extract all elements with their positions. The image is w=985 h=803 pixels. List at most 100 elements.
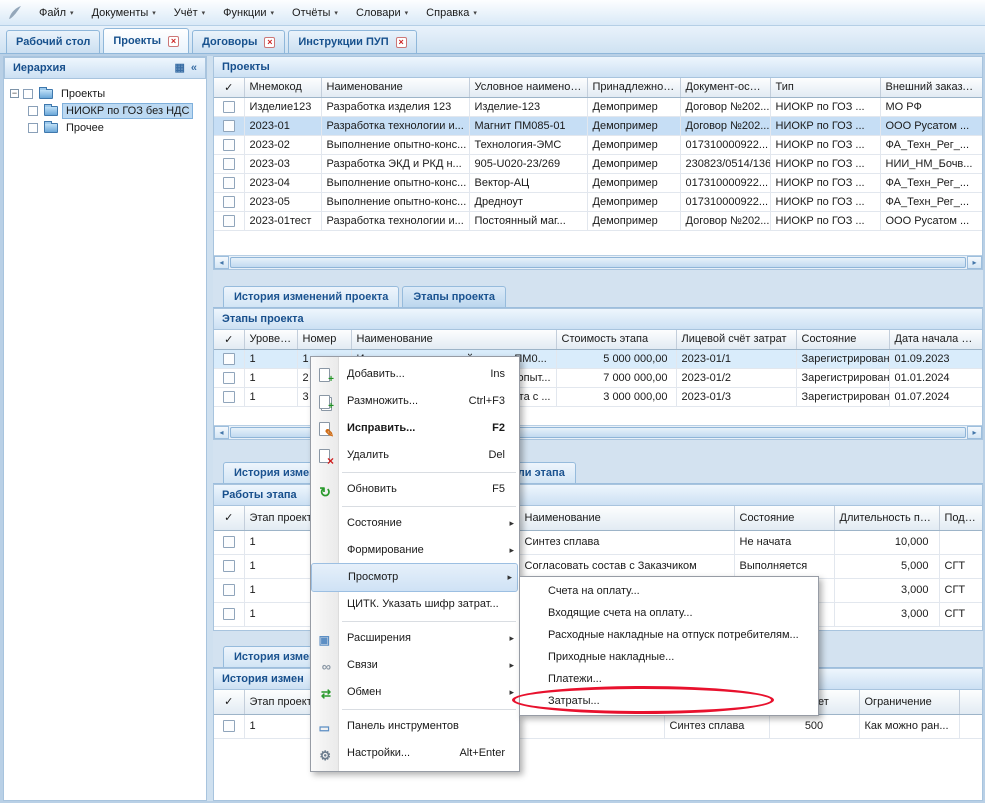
table-row[interactable]: 2023-01Разработка технологии и...Магнит … bbox=[214, 116, 982, 135]
row-checkbox[interactable] bbox=[223, 158, 235, 170]
row-select-cell[interactable] bbox=[214, 554, 244, 578]
row-select-cell[interactable] bbox=[214, 192, 244, 211]
menu-item[interactable]: Исправить...F2 bbox=[311, 415, 519, 442]
row-select-cell[interactable] bbox=[214, 602, 244, 626]
row-select-cell[interactable] bbox=[214, 135, 244, 154]
grid-view-icon[interactable]: ▦ bbox=[174, 58, 184, 79]
row-select-cell[interactable] bbox=[214, 387, 244, 406]
menu-item[interactable]: Настройки...Alt+Enter bbox=[311, 740, 519, 767]
table-row[interactable]: 2023-01тестРазработка технологии и...Пос… bbox=[214, 211, 982, 230]
menu-item[interactable]: Добавить...Ins bbox=[311, 361, 519, 388]
select-all-header[interactable]: ✓ bbox=[214, 78, 244, 97]
column-header[interactable]: Номер bbox=[297, 330, 351, 349]
row-select-cell[interactable] bbox=[214, 368, 244, 387]
select-all-header[interactable]: ✓ bbox=[214, 506, 244, 530]
menu-item[interactable]: Платежи... bbox=[520, 668, 818, 690]
row-select-cell[interactable] bbox=[214, 530, 244, 554]
table-row[interactable]: 2023-02Выполнение опытно-конс...Технолог… bbox=[214, 135, 982, 154]
column-header[interactable]: Стоимость этапа bbox=[556, 330, 676, 349]
column-header[interactable]: Принадлежность bbox=[587, 78, 680, 97]
menu-item[interactable]: Просмотр▸ bbox=[312, 564, 517, 591]
expand-icon[interactable]: − bbox=[10, 89, 19, 98]
tree-checkbox[interactable] bbox=[23, 89, 33, 99]
menu-item[interactable]: ОбновитьF5 bbox=[311, 476, 519, 503]
row-checkbox[interactable] bbox=[223, 196, 235, 208]
column-header[interactable]: Условное наименование bbox=[469, 78, 587, 97]
row-checkbox[interactable] bbox=[223, 372, 235, 384]
menu-item[interactable]: Затраты... bbox=[520, 690, 818, 712]
column-header[interactable]: Лицевой счёт затрат bbox=[676, 330, 796, 349]
column-header[interactable]: Ограничение bbox=[859, 690, 959, 714]
close-icon[interactable]: × bbox=[396, 37, 407, 48]
workspace-tab[interactable]: Проекты× bbox=[103, 28, 189, 53]
menubar-item[interactable]: Словари▾ bbox=[347, 4, 417, 22]
scroll-left-button[interactable]: ◂ bbox=[214, 256, 229, 269]
row-select-cell[interactable] bbox=[214, 211, 244, 230]
row-checkbox[interactable] bbox=[223, 608, 235, 620]
row-select-cell[interactable] bbox=[214, 173, 244, 192]
column-header[interactable]: Внешний заказчик bbox=[880, 78, 982, 97]
menubar-item[interactable]: Учёт▾ bbox=[165, 4, 214, 22]
row-checkbox[interactable] bbox=[223, 720, 235, 732]
tree-item[interactable]: Прочее bbox=[4, 119, 206, 136]
tree-checkbox[interactable] bbox=[28, 123, 38, 133]
column-header[interactable]: Дата начала план bbox=[889, 330, 982, 349]
horizontal-scrollbar[interactable]: ◂ ▸ bbox=[214, 255, 982, 269]
scroll-left-button[interactable]: ◂ bbox=[214, 426, 229, 439]
workspace-tab[interactable]: Рабочий стол bbox=[6, 30, 100, 53]
menu-item[interactable]: Входящие счета на оплату... bbox=[520, 602, 818, 624]
close-icon[interactable]: × bbox=[168, 36, 179, 47]
tab-stage_tabs-1[interactable]: Этапы проекта bbox=[402, 286, 506, 307]
row-checkbox[interactable] bbox=[223, 536, 235, 548]
tree-item[interactable]: −Проекты bbox=[4, 85, 206, 102]
menu-item[interactable]: Расширения▸ bbox=[311, 625, 519, 652]
column-header[interactable]: Наименование bbox=[519, 506, 734, 530]
row-checkbox[interactable] bbox=[223, 353, 235, 365]
select-all-header[interactable]: ✓ bbox=[214, 330, 244, 349]
column-header[interactable]: Уровень bbox=[244, 330, 297, 349]
row-checkbox[interactable] bbox=[223, 584, 235, 596]
menu-item[interactable]: Приходные накладные... bbox=[520, 646, 818, 668]
row-select-cell[interactable] bbox=[214, 154, 244, 173]
table-row[interactable]: Изделие123Разработка изделия 123Изделие-… bbox=[214, 97, 982, 116]
row-checkbox[interactable] bbox=[223, 391, 235, 403]
row-select-cell[interactable] bbox=[214, 349, 244, 368]
workspace-tab[interactable]: Инструкции ПУП× bbox=[288, 30, 416, 53]
table-row[interactable]: 2023-04Выполнение опытно-конс...Вектор-А… bbox=[214, 173, 982, 192]
select-all-header[interactable]: ✓ bbox=[214, 690, 244, 714]
menu-item[interactable]: Состояние▸ bbox=[311, 510, 519, 537]
column-header[interactable]: Состояние bbox=[734, 506, 834, 530]
menu-item[interactable]: УдалитьDel bbox=[311, 442, 519, 469]
table-row[interactable]: 2023-05Выполнение опытно-конс...Дредноут… bbox=[214, 192, 982, 211]
row-checkbox[interactable] bbox=[223, 215, 235, 227]
menu-item[interactable]: Счета на оплату... bbox=[520, 580, 818, 602]
scrollbar-thumb[interactable] bbox=[230, 257, 966, 268]
menubar-item[interactable]: Отчёты▾ bbox=[283, 4, 347, 22]
close-icon[interactable]: × bbox=[264, 37, 275, 48]
row-select-cell[interactable] bbox=[214, 578, 244, 602]
menu-item[interactable]: Панель инструментов bbox=[311, 713, 519, 740]
row-checkbox[interactable] bbox=[223, 101, 235, 113]
workspace-tab[interactable]: Договоры× bbox=[192, 30, 285, 53]
scroll-right-button[interactable]: ▸ bbox=[967, 256, 982, 269]
menu-item[interactable]: ЦИТК. Указать шифр затрат... bbox=[311, 591, 519, 618]
menubar-item[interactable]: Функции▾ bbox=[214, 4, 283, 22]
column-header[interactable]: Наименование bbox=[351, 330, 556, 349]
menu-item[interactable]: Расходные накладные на отпуск потребител… bbox=[520, 624, 818, 646]
menu-item[interactable]: Обмен▸ bbox=[311, 679, 519, 706]
column-header[interactable]: Подр... bbox=[939, 506, 982, 530]
menu-item[interactable]: Связи▸ bbox=[311, 652, 519, 679]
row-checkbox[interactable] bbox=[223, 177, 235, 189]
column-header[interactable]: Наименование bbox=[321, 78, 469, 97]
column-header[interactable]: Тип bbox=[770, 78, 880, 97]
row-checkbox[interactable] bbox=[223, 139, 235, 151]
tree-item[interactable]: НИОКР по ГОЗ без НДС bbox=[4, 102, 206, 119]
row-select-cell[interactable] bbox=[214, 97, 244, 116]
tree-checkbox[interactable] bbox=[28, 106, 38, 116]
scroll-right-button[interactable]: ▸ bbox=[967, 426, 982, 439]
table-row[interactable]: 2023-03Разработка ЭКД и РКД н...905-U020… bbox=[214, 154, 982, 173]
collapse-panel-icon[interactable]: « bbox=[191, 58, 197, 79]
menu-item[interactable]: Формирование▸ bbox=[311, 537, 519, 564]
row-select-cell[interactable] bbox=[214, 116, 244, 135]
menubar-item[interactable]: Справка▾ bbox=[417, 4, 486, 22]
